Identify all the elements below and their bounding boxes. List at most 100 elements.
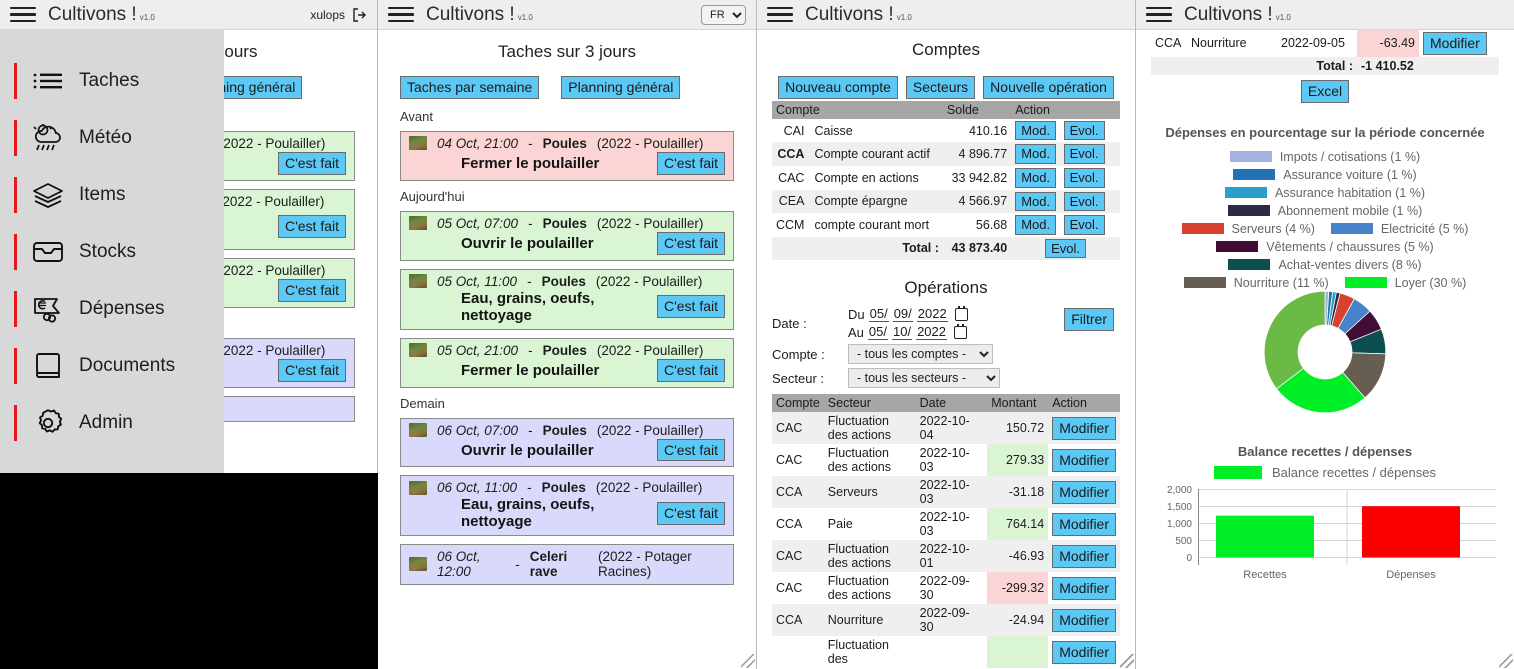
calendar-icon[interactable] [953, 323, 967, 339]
modify-button[interactable]: Modifier [1052, 480, 1116, 504]
task-done-button[interactable]: C'est fait [656, 358, 725, 382]
sidebar-item-items[interactable]: Items [0, 166, 224, 223]
sidebar-item-taches[interactable]: Taches [0, 52, 224, 109]
modify-button[interactable]: Mod. [1015, 215, 1057, 235]
modify-button[interactable]: Mod. [1015, 167, 1057, 188]
sidebar-item-meteo[interactable]: Météo [0, 109, 224, 166]
table-row[interactable]: CAI Caisse 410.16 Mod. Evol. [772, 119, 1120, 143]
table-row[interactable]: CCA Nourriture 2022-09-05 -63.49 Modifie… [1151, 30, 1499, 57]
task-done-button[interactable]: C'est fait [277, 358, 346, 382]
table-row[interactable]: CCA Serveurs 2022-10-03 -31.18 Modifier [772, 476, 1120, 509]
table-row[interactable]: CAC Fluctuation des actions 2022-09-30 -… [772, 572, 1120, 605]
modify-button[interactable]: Modifier [1423, 32, 1487, 55]
tasks-per-week-button[interactable]: Taches par semaine [400, 76, 540, 99]
table-row[interactable]: CAC Fluctuation des actions 2022-10-03 2… [772, 444, 1120, 477]
date-from-month[interactable]: 09/ [892, 306, 913, 323]
sidebar-item-stocks[interactable]: Stocks [0, 223, 224, 280]
modify-button[interactable]: Mod. [1015, 191, 1057, 212]
legend-item[interactable]: Electricité (5 %) [1330, 222, 1468, 236]
new-operation-button[interactable]: Nouvelle opération [983, 76, 1114, 99]
task-done-button[interactable]: C'est fait [656, 295, 725, 319]
sidebar-item-documents[interactable]: Documents [0, 337, 224, 394]
row-actions: Mod. Evol. [1011, 119, 1120, 143]
hamburger-menu-icon[interactable] [767, 5, 793, 25]
new-account-button[interactable]: Nouveau compte [778, 76, 898, 99]
table-row[interactable]: CAC Compte en actions 33 942.82 Mod. Evo… [772, 166, 1120, 190]
bar-chart-legend[interactable]: Balance recettes / dépenses [1136, 465, 1514, 480]
table-row[interactable]: CCA Paie 2022-10-03 764.14 Modifier [772, 508, 1120, 541]
evolution-button[interactable]: Evol. [1063, 144, 1105, 164]
modify-button[interactable]: Mod. [1015, 120, 1057, 141]
calendar-icon[interactable] [954, 305, 968, 321]
modify-button[interactable]: Modifier [1052, 640, 1116, 664]
filter-button[interactable]: Filtrer [1064, 308, 1114, 332]
general-planning-button[interactable]: Planning général [561, 76, 681, 99]
date-to-month[interactable]: 10/ [891, 324, 913, 341]
sidebar-item-admin[interactable]: Admin [0, 394, 224, 451]
legend-item[interactable]: Achat-ventes divers (8 %) [1144, 258, 1506, 272]
modify-button[interactable]: Modifier [1052, 448, 1116, 472]
excel-export-button[interactable]: Excel [1300, 79, 1350, 103]
legend-item[interactable]: Serveurs (4 %) [1181, 222, 1315, 236]
task-done-button[interactable]: C'est fait [656, 231, 725, 255]
modify-button[interactable]: Modifier [1052, 608, 1116, 632]
task-card[interactable]: 05 Oct, 21:00 -Poules (2022 - Poulailler… [400, 337, 734, 388]
date-to-year[interactable]: 2022 [916, 324, 947, 341]
task-card[interactable]: 04 Oct, 21:00 - Poules (2022 - Poulailler… [400, 130, 734, 181]
evolution-button[interactable]: Evol. [1063, 167, 1105, 188]
task-card[interactable]: 06 Oct, 12:00 - Celeri rave (2022 - Potag… [400, 544, 734, 586]
task-card[interactable]: 05 Oct, 11:00 -Poules (2022 - Poulailler… [400, 268, 734, 330]
legend-item[interactable]: Assurance habitation (1 %) [1144, 186, 1506, 200]
task-done-button[interactable]: C'est fait [656, 438, 725, 462]
legend-item[interactable]: Impots / cotisations (1 %) [1144, 150, 1506, 164]
task-done-button[interactable]: C'est fait [277, 215, 346, 239]
modify-button[interactable]: Modifier [1052, 416, 1116, 440]
task-card[interactable]: 06 Oct, 07:00 -Poules (2022 - Poulailler… [400, 417, 734, 468]
modify-button[interactable]: Modifier [1052, 544, 1116, 568]
table-row[interactable]: CAC Fluctuation des actions 2022-10-01 -… [772, 540, 1120, 573]
task-done-button[interactable]: C'est fait [277, 278, 346, 302]
sector-filter-select[interactable]: - tous les secteurs - [848, 368, 1000, 389]
evolution-button[interactable]: Evol. [1063, 215, 1105, 235]
table-row[interactable]: CAC Fluctuation des actions 2022-10-04 1… [772, 412, 1120, 445]
window-resize-handle[interactable] [1499, 654, 1513, 668]
date-to-day[interactable]: 05/ [867, 324, 888, 341]
date-from-day[interactable]: 05/ [868, 306, 889, 323]
evolution-button[interactable]: Evol. [1063, 191, 1105, 212]
date-from-year[interactable]: 2022 [916, 306, 948, 323]
table-row[interactable]: CCA Compte courant actif 4 896.77 Mod. E… [772, 142, 1120, 166]
logout-icon[interactable] [351, 7, 367, 23]
evolution-button[interactable]: Evol. [1063, 120, 1105, 141]
language-select[interactable]: FR [701, 4, 746, 25]
legend-item[interactable]: Vêtements / chaussures (5 %) [1144, 240, 1506, 254]
task-done-button[interactable]: C'est fait [277, 151, 346, 175]
task-done-button[interactable]: C'est fait [656, 151, 725, 175]
modify-button[interactable]: Modifier [1052, 576, 1116, 600]
hamburger-menu-icon[interactable] [388, 5, 414, 25]
sidebar-item-depenses[interactable]: Dépenses [0, 280, 224, 337]
task-done-button[interactable]: C'est fait [656, 502, 725, 525]
legend-item[interactable]: Abonnement mobile (1 %) [1144, 204, 1506, 218]
table-row[interactable]: Fluctuation des Modifier [772, 636, 1120, 669]
op-sector: Fluctuation des [827, 638, 889, 667]
table-row[interactable]: CCA Nourriture 2022-09-30 -24.94 Modifie… [772, 604, 1120, 637]
modify-button[interactable]: Modifier [1052, 512, 1116, 536]
task-card[interactable]: 06 Oct, 11:00 - Poules (2022 - Poulailler… [400, 475, 734, 537]
window-accounts: Cultivons ! v1.0 Comptes Nouveau compte S… [757, 0, 1136, 669]
sectors-button[interactable]: Secteurs [905, 76, 976, 99]
window1-header: Cultivons ! v1.0 xulops [0, 0, 377, 30]
window-resize-handle[interactable] [1120, 654, 1134, 668]
table-row[interactable]: CEA Compte épargne 4 566.97 Mod. Evol. [772, 189, 1120, 214]
date-from-field[interactable]: Du 05/ 09/ 2022 [848, 305, 968, 323]
date-to-field[interactable]: Au 05/ 10/ 2022 [848, 323, 968, 341]
window-resize-handle[interactable] [741, 654, 755, 668]
task-card[interactable]: 05 Oct, 07:00 -Poules (2022 - Poulailler… [400, 210, 734, 261]
legend-item[interactable]: Assurance voiture (1 %) [1144, 168, 1506, 182]
evolution-total-button[interactable]: Evol. [1045, 238, 1087, 259]
hamburger-menu-icon[interactable] [1146, 5, 1172, 25]
hamburger-menu-icon[interactable] [10, 5, 36, 25]
modify-button[interactable]: Mod. [1015, 144, 1057, 164]
op-sector: Nourriture [823, 604, 916, 637]
table-row[interactable]: CCM compte courant mort 56.68 Mod. Evol. [772, 213, 1120, 237]
account-filter-select[interactable]: - tous les comptes - [848, 344, 993, 365]
